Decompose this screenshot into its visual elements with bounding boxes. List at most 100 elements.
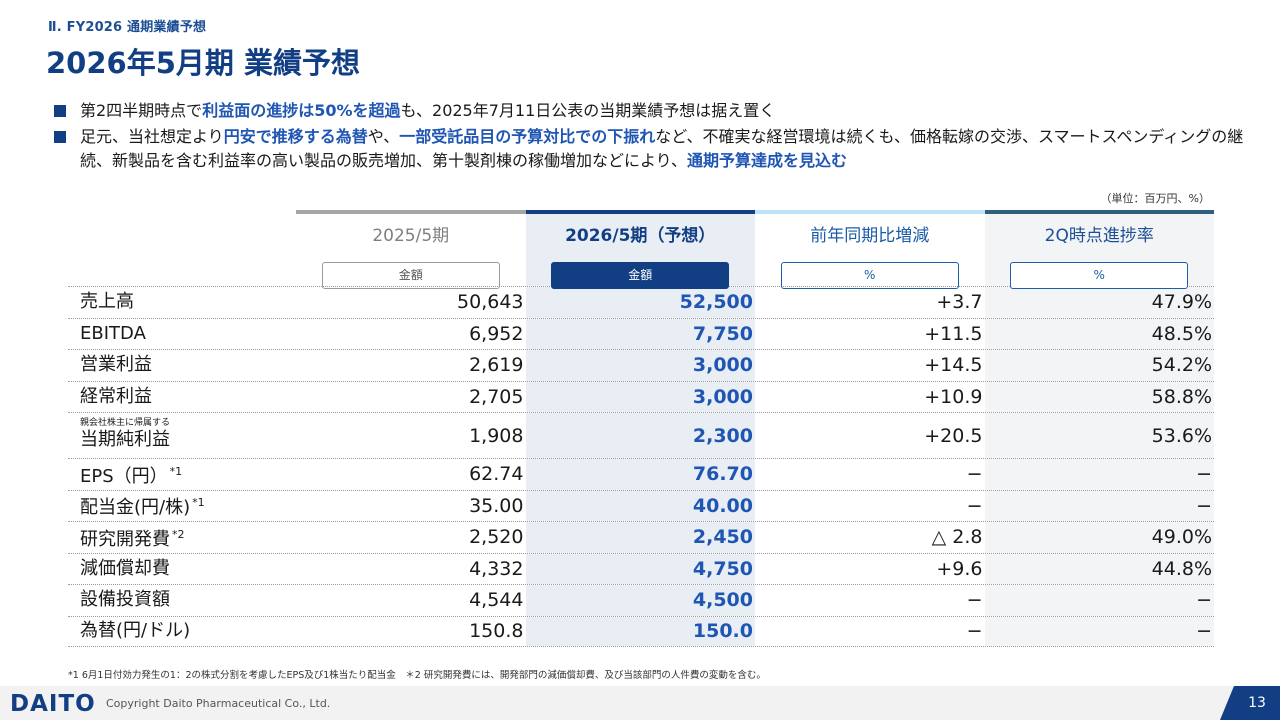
column-accent-bar	[755, 210, 985, 214]
prev-value: 2,619	[469, 354, 524, 377]
row-label: 研究開発費 *2	[68, 524, 296, 551]
row-label: 親会社株主に帰属する 当期純利益	[68, 418, 296, 451]
yoy-change: −	[966, 620, 983, 643]
column-accent-bar	[984, 210, 1214, 214]
row-label-text: 減価償却費	[80, 558, 296, 580]
forecast-table: 2025/5期 金額 2026/5期（予想） 金額 前年同期比増減 % 2Q時点…	[68, 210, 1214, 647]
bullet-segment: や、	[367, 127, 400, 146]
yoy-change: +14.5	[924, 354, 983, 377]
bullet-item: 第2四半期時点で利益面の進捗は50%を超過も、2025年7月11日公表の当期業績…	[54, 99, 1244, 123]
row-label-main: 為替(円/ドル)	[80, 620, 191, 642]
row-label: EBITDA	[68, 323, 296, 345]
column-title: 2025/5期	[372, 226, 450, 246]
yoy-change: △ 2.8	[931, 526, 983, 549]
progress-rate: 47.9%	[984, 287, 1214, 318]
row-label-main: EBITDA	[80, 322, 146, 344]
forecast-value: 3,000	[525, 350, 755, 381]
footnote-mark: *1	[192, 496, 205, 510]
progress-rate: −	[984, 616, 1214, 646]
row-label-text: EBITDA	[80, 323, 296, 345]
prev-value: 6,952	[469, 322, 524, 345]
forecast-value: 76.70	[525, 459, 755, 490]
footnote-mark: *1	[169, 464, 183, 478]
prev-value: 2,520	[469, 526, 524, 549]
prev-value: 4,332	[469, 557, 524, 580]
yoy-change: +10.9	[924, 385, 983, 408]
table-row: 為替(円/ドル) 150.8 150.0 − −	[68, 615, 1214, 647]
row-label-text: 研究開発費 *2	[80, 524, 296, 551]
yoy-change: +11.5	[924, 322, 983, 345]
bullet-segment: も、2025年7月11日公表の当期業績予想は据え置く	[400, 101, 776, 120]
row-label: 減価償却費	[68, 558, 296, 580]
bullet-segment: 第2四半期時点で	[80, 101, 203, 120]
footer: DAITO Copyright Daito Pharmaceutical Co.…	[0, 686, 1280, 720]
forecast-value: 52,500	[525, 287, 755, 318]
yoy-change: −	[966, 494, 983, 517]
column-title: 2026/5期（予想）	[565, 226, 716, 246]
table-row: 設備投資額 4,544 4,500 − −	[68, 584, 1214, 616]
bullet-text: 足元、当社想定より円安で推移する為替や、一部受託品目の予算対比での下振れなど、不…	[80, 125, 1244, 173]
column-header-yoy: 前年同期比増減 %	[755, 210, 985, 289]
row-label-text: 経常利益	[80, 386, 296, 408]
row-label: 営業利益	[68, 354, 296, 376]
prev-value: 62.74	[469, 463, 524, 486]
yoy-change: +9.6	[936, 557, 983, 580]
row-label-text: 設備投資額	[80, 589, 296, 611]
progress-rate: 53.6%	[984, 413, 1214, 458]
row-label-main: 営業利益	[80, 354, 152, 376]
table-body: 売上高 50,643 52,500 +3.7 47.9% EBITDA 6,952 7,750…	[68, 286, 1214, 647]
footnote: *1 6月1日付効力発生の1：2の株式分割を考慮したEPS及び1株当たり配当金 …	[68, 670, 766, 681]
column-pill: 金額	[551, 262, 730, 289]
yoy-change: +3.7	[936, 291, 983, 314]
bullet-segment: 足元、当社想定より	[80, 127, 224, 146]
column-header-forecast: 2026/5期（予想） 金額	[525, 210, 755, 289]
forecast-value: 4,750	[525, 553, 755, 584]
copyright: Copyright Daito Pharmaceutical Co., Ltd.	[106, 697, 331, 710]
prev-value: 35.00	[469, 494, 524, 517]
column-header-progress: 2Q時点進捗率 %	[984, 210, 1214, 289]
prev-value: 150.8	[469, 620, 524, 643]
progress-rate: 58.8%	[984, 381, 1214, 412]
progress-rate: 49.0%	[984, 522, 1214, 553]
row-label-main: 売上高	[80, 291, 134, 313]
bullet-highlight: 一部受託品目の予算対比での下振れ	[399, 127, 656, 146]
column-pill: %	[1010, 262, 1189, 289]
row-label-main: EPS（円）	[80, 465, 168, 487]
progress-rate: −	[984, 585, 1214, 616]
column-pill: 金額	[321, 262, 500, 289]
company-logo: DAITO	[10, 691, 96, 717]
bullet-text: 第2四半期時点で利益面の進捗は50%を超過も、2025年7月11日公表の当期業績…	[80, 99, 1244, 123]
table-row: 減価償却費 4,332 4,750 +9.6 44.8%	[68, 552, 1214, 584]
section-label: Ⅱ. FY2026 通期業績予想	[48, 20, 207, 35]
table-row: EBITDA 6,952 7,750 +11.5 48.5%	[68, 317, 1214, 349]
column-title: 前年同期比増減	[810, 226, 930, 246]
progress-rate: 44.8%	[984, 553, 1214, 584]
page-number: 13	[1220, 686, 1280, 720]
row-label-main: 減価償却費	[80, 557, 170, 579]
column-accent-bar	[296, 210, 526, 214]
row-label: 配当金(円/株) *1	[68, 492, 296, 519]
footnote-mark: *2	[172, 527, 185, 541]
table-row: 親会社株主に帰属する 当期純利益 1,908 2,300 +20.5 53.6%	[68, 412, 1214, 458]
column-accent-bar	[525, 210, 755, 214]
row-label-text: 当期純利益	[80, 429, 296, 451]
table-row: 売上高 50,643 52,500 +3.7 47.9%	[68, 286, 1214, 318]
table-row: 配当金(円/株) *1 35.00 40.00 − −	[68, 489, 1214, 521]
prev-value: 1,908	[469, 424, 524, 447]
table-row: 営業利益 2,619 3,000 +14.5 54.2%	[68, 349, 1214, 381]
row-label: EPS（円） *1	[68, 461, 296, 488]
yoy-change: +20.5	[924, 424, 983, 447]
prev-value: 4,544	[469, 589, 524, 612]
bullet-square-icon	[54, 105, 66, 117]
forecast-value: 4,500	[525, 585, 755, 616]
bullet-list: 第2四半期時点で利益面の進捗は50%を超過も、2025年7月11日公表の当期業績…	[54, 99, 1244, 175]
bullet-highlight: 利益面の進捗は50%を超過	[202, 101, 401, 120]
progress-rate: −	[984, 490, 1214, 521]
forecast-value: 2,450	[525, 522, 755, 553]
progress-rate: −	[984, 459, 1214, 490]
row-label: 設備投資額	[68, 589, 296, 611]
row-label-main: 経常利益	[80, 385, 152, 407]
table-row: 研究開発費 *2 2,520 2,450 △ 2.8 49.0%	[68, 521, 1214, 553]
header-spacer	[68, 210, 296, 286]
row-label: 売上高	[68, 291, 296, 313]
